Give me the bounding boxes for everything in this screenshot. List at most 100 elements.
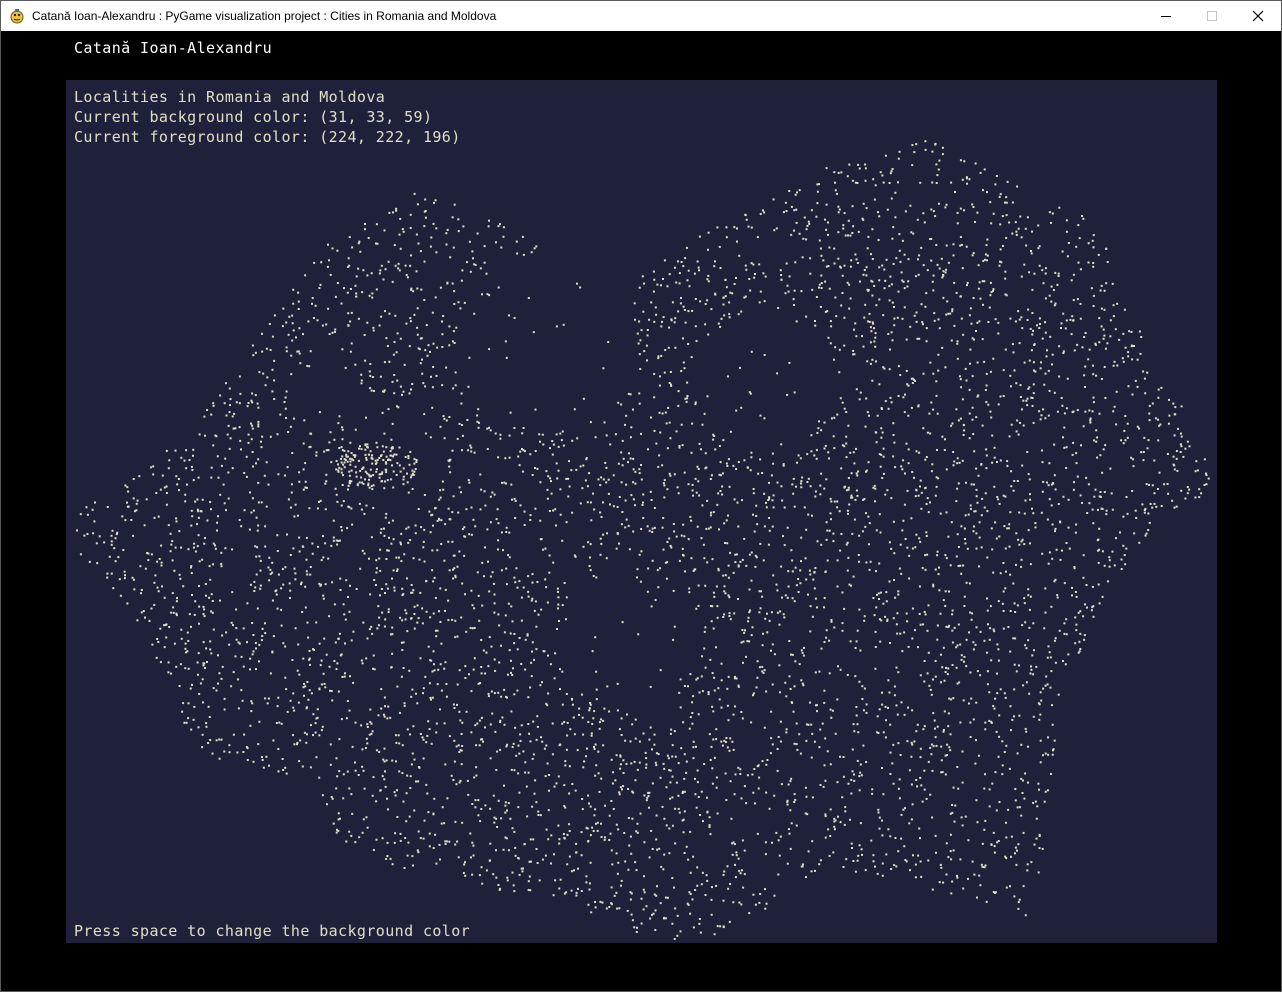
- locality-dot: [810, 450, 813, 453]
- locality-dot: [869, 341, 872, 344]
- locality-dot: [534, 600, 537, 603]
- locality-dot: [972, 530, 975, 533]
- locality-dot: [535, 245, 538, 248]
- locality-dot: [712, 591, 715, 594]
- locality-dot: [303, 419, 306, 422]
- locality-dot: [795, 743, 798, 746]
- locality-dot: [1028, 626, 1031, 629]
- locality-dot: [379, 375, 382, 378]
- locality-dot: [282, 769, 285, 771]
- locality-dot: [1015, 230, 1018, 233]
- locality-dot: [429, 531, 432, 534]
- locality-dot: [292, 288, 295, 291]
- locality-dot: [514, 517, 517, 519]
- locality-dot: [1051, 523, 1054, 526]
- locality-dot: [715, 646, 717, 649]
- locality-dot: [782, 613, 785, 616]
- locality-dot: [1126, 512, 1129, 515]
- locality-dot: [1110, 492, 1113, 495]
- locality-dot: [151, 643, 154, 646]
- locality-dot: [245, 475, 248, 478]
- locality-dot: [243, 733, 246, 736]
- locality-dot: [237, 641, 240, 644]
- locality-dot: [691, 489, 694, 492]
- locality-dot: [780, 274, 783, 276]
- locality-dot: [976, 361, 979, 364]
- locality-dot: [190, 509, 193, 512]
- locality-dot: [993, 456, 996, 459]
- locality-dot: [631, 919, 634, 922]
- locality-dot: [939, 512, 942, 515]
- locality-dot: [368, 294, 371, 297]
- locality-dot: [212, 687, 215, 690]
- locality-dot: [897, 742, 900, 745]
- locality-dot: [514, 581, 517, 584]
- title-bar[interactable]: Catană Ioan-Alexandru : PyGame visualiza…: [1, 1, 1281, 31]
- locality-dot: [653, 396, 656, 399]
- locality-dot: [126, 505, 129, 508]
- locality-dot: [850, 494, 853, 497]
- locality-dot: [188, 613, 191, 616]
- locality-dot: [976, 321, 979, 324]
- locality-dot: [269, 672, 272, 675]
- locality-dot: [1040, 414, 1043, 417]
- map-canvas[interactable]: Localities in Romania and Moldova Curren…: [66, 80, 1217, 943]
- locality-dot: [660, 865, 663, 868]
- locality-dot: [421, 607, 424, 610]
- locality-dot: [133, 588, 136, 591]
- close-button[interactable]: [1235, 1, 1281, 31]
- locality-dot: [156, 586, 159, 589]
- locality-dot: [231, 548, 234, 551]
- locality-dot: [551, 753, 554, 756]
- minimize-button[interactable]: [1143, 1, 1189, 31]
- locality-dot: [534, 408, 537, 411]
- locality-dot: [952, 849, 955, 852]
- locality-dot: [833, 626, 836, 629]
- locality-dot: [924, 140, 927, 143]
- locality-dot: [1010, 470, 1013, 473]
- locality-dot: [1081, 215, 1083, 217]
- locality-dot: [405, 274, 408, 276]
- locality-dot: [1102, 448, 1105, 451]
- locality-dot: [687, 903, 690, 906]
- locality-dot: [416, 621, 419, 624]
- locality-dot: [416, 333, 419, 336]
- locality-dot: [190, 465, 193, 468]
- locality-dot: [660, 355, 663, 357]
- locality-dot: [1157, 388, 1160, 391]
- locality-dot: [739, 768, 742, 771]
- locality-dot: [432, 612, 435, 615]
- locality-dot: [381, 411, 384, 414]
- locality-dot: [964, 538, 966, 540]
- locality-dot: [925, 797, 928, 800]
- locality-dot: [789, 780, 792, 783]
- locality-dot: [727, 576, 730, 579]
- locality-dot: [823, 421, 826, 424]
- locality-dot: [154, 574, 157, 577]
- locality-dot: [92, 532, 95, 535]
- locality-dot: [927, 859, 930, 862]
- locality-dot: [644, 751, 647, 754]
- locality-dot: [506, 879, 509, 882]
- locality-dot: [653, 429, 656, 432]
- locality-dot: [417, 851, 420, 854]
- pygame-surface[interactable]: Catană Ioan-Alexandru Localities in Roma…: [1, 31, 1281, 991]
- locality-dot: [387, 408, 390, 411]
- locality-dot: [823, 701, 826, 704]
- locality-dot: [365, 816, 368, 819]
- locality-dot: [642, 501, 644, 504]
- locality-dot: [459, 719, 462, 722]
- locality-dot: [901, 239, 904, 242]
- locality-dot: [1040, 361, 1042, 364]
- locality-dot: [971, 418, 974, 421]
- locality-dot: [479, 682, 482, 685]
- maximize-button[interactable]: [1189, 1, 1235, 31]
- locality-dot: [600, 822, 602, 825]
- locality-dot: [1112, 304, 1115, 307]
- locality-dot: [903, 287, 906, 290]
- locality-dot: [391, 380, 394, 383]
- locality-dot: [874, 500, 876, 503]
- locality-dot: [977, 264, 980, 267]
- locality-dot: [618, 542, 620, 545]
- locality-dot: [871, 294, 874, 297]
